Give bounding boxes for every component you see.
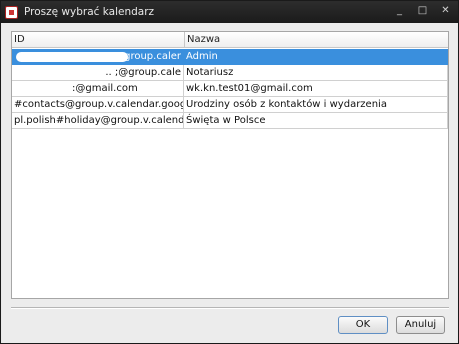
title-bar[interactable]: Proszę wybrać kalendarz _ □ ✕ — [1, 1, 458, 23]
calendar-table[interactable]: ID Nazwa @group.caler Admin .. ;@group.c… — [11, 31, 449, 299]
table-row[interactable]: @group.caler Admin — [12, 49, 448, 65]
dialog-body: ID Nazwa @group.caler Admin .. ;@group.c… — [2, 23, 457, 343]
close-icon[interactable]: ✕ — [437, 3, 454, 19]
window-title: Proszę wybrać kalendarz — [24, 6, 155, 18]
cancel-button[interactable]: Anuluj — [396, 316, 445, 334]
column-header-name[interactable]: Nazwa — [184, 32, 448, 48]
column-header-id[interactable]: ID — [12, 32, 184, 48]
table-row[interactable]: pl.polish#holiday@group.v.calendar.goog … — [12, 113, 448, 129]
minimize-icon[interactable]: _ — [391, 3, 408, 19]
table-row[interactable]: #contacts@group.v.calendar.google.com Ur… — [12, 97, 448, 113]
table-cell-id: @group.caler — [12, 49, 184, 65]
table-row[interactable]: :@gmail.com wk.kn.test01@gmail.com — [12, 81, 448, 97]
ok-button[interactable]: OK — [338, 316, 388, 334]
dialog-window: Proszę wybrać kalendarz _ □ ✕ ID Nazwa @… — [0, 0, 459, 344]
table-cell-name: Admin — [184, 49, 448, 65]
table-row[interactable]: .. ;@group.cale Notariusz — [12, 65, 448, 81]
table-cell-name: wk.kn.test01@gmail.com — [184, 81, 448, 97]
table-cell-id: .. ;@group.cale — [12, 65, 184, 81]
redaction-mark — [16, 52, 128, 62]
table-cell-name: Urodziny osób z kontaktów i wydarzenia — [184, 97, 448, 113]
separator — [11, 307, 449, 309]
table-cell-name: Notariusz — [184, 65, 448, 81]
window-controls: _ □ ✕ — [385, 3, 454, 19]
table-header: ID Nazwa — [12, 32, 448, 48]
table-cell-id: :@gmail.com — [12, 81, 184, 97]
maximize-icon[interactable]: □ — [414, 3, 431, 19]
app-icon — [5, 5, 18, 19]
table-cell-name: Święta w Polsce — [184, 113, 448, 129]
table-cell-id: pl.polish#holiday@group.v.calendar.goog — [12, 113, 184, 129]
redaction-mark — [16, 84, 72, 94]
table-cell-id: #contacts@group.v.calendar.google.com — [12, 97, 184, 113]
